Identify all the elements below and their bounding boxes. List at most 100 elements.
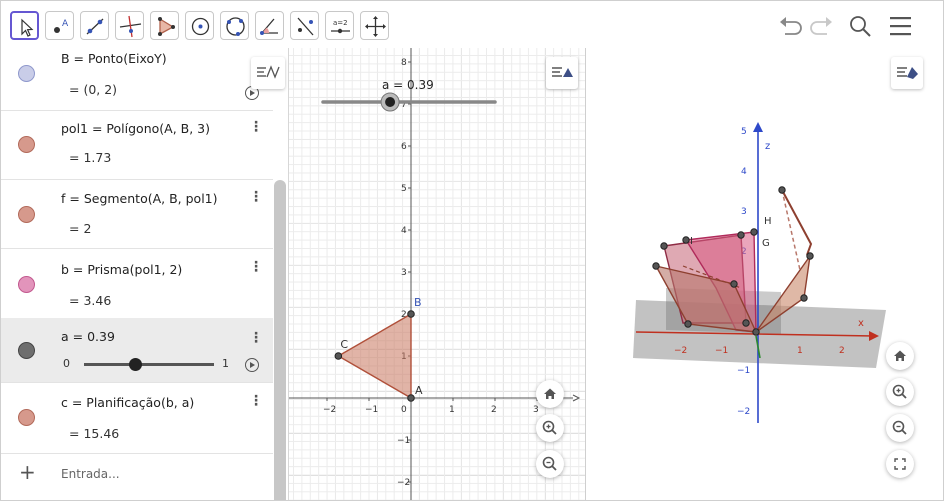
algebra-scrollbar[interactable] bbox=[274, 180, 286, 500]
definition-text[interactable]: B = Ponto(EixoY) bbox=[61, 51, 167, 66]
input-placeholder[interactable]: Entrada... bbox=[61, 467, 120, 481]
definition-text[interactable]: f = Segmento(A, B, pol1) bbox=[61, 191, 218, 206]
value-text: = 2 bbox=[69, 221, 92, 236]
zoom-out-button[interactable] bbox=[536, 450, 564, 478]
net-vertex bbox=[752, 328, 760, 336]
visibility-toggle[interactable] bbox=[18, 65, 35, 82]
visibility-toggle[interactable] bbox=[18, 409, 35, 426]
angle-tool-button[interactable] bbox=[255, 11, 284, 40]
move-graphics-view-tool-button[interactable] bbox=[360, 11, 389, 40]
menu-icon[interactable] bbox=[887, 14, 915, 38]
home-button[interactable] bbox=[536, 380, 564, 408]
x-axis-arrow bbox=[572, 394, 581, 402]
point-label: B bbox=[414, 296, 422, 309]
polygon-tool-button[interactable] bbox=[150, 11, 179, 40]
z-tick-label: 5 bbox=[741, 127, 747, 137]
graphics-3d-view[interactable]: xz−2−1125432−1−2HGI bbox=[586, 48, 943, 500]
algebra-row-polygon[interactable]: pol1 = Polígono(A, B, 3) = 1.73 ⋮ bbox=[1, 110, 273, 180]
slider-track[interactable] bbox=[84, 363, 214, 366]
stylebar-3d-icon bbox=[897, 67, 918, 79]
definition-text[interactable]: a = 0.39 bbox=[61, 329, 115, 344]
z-axis-label: z bbox=[765, 141, 770, 152]
algebra-view: B = Ponto(EixoY) = (0, 2) pol1 = Polígon… bbox=[1, 48, 289, 500]
perpendicular-line-icon bbox=[119, 15, 142, 38]
circle-three-points-tool-button[interactable] bbox=[220, 11, 249, 40]
redo-icon[interactable] bbox=[807, 14, 835, 38]
slider-caption: a = 0.39 bbox=[382, 78, 434, 92]
algebra-row-point-b[interactable]: B = Ponto(EixoY) = (0, 2) bbox=[1, 48, 273, 111]
geogebra-app: A a=2 B = Ponto(EixoY) = (0, 2) pol1 = P… bbox=[0, 0, 944, 501]
slider-icon: a=2 bbox=[331, 19, 350, 34]
x-tick-label: 1 bbox=[449, 405, 455, 415]
angle-icon bbox=[260, 18, 278, 35]
svg-text:A: A bbox=[62, 19, 69, 29]
net-vertex bbox=[806, 252, 814, 260]
visibility-toggle[interactable] bbox=[18, 276, 35, 293]
algebra-row-prism[interactable]: b = Prisma(pol1, 2) = 3.46 ⋮ bbox=[1, 248, 273, 319]
more-options-icon[interactable]: ⋮ bbox=[249, 189, 263, 205]
x-tick-label: −2 bbox=[323, 405, 336, 415]
more-options-icon[interactable]: ⋮ bbox=[249, 330, 263, 346]
net-vertex bbox=[800, 294, 808, 302]
x-tick-label: −1 bbox=[715, 346, 728, 356]
play-icon[interactable] bbox=[245, 358, 259, 372]
y-tick-label: −1 bbox=[397, 436, 410, 446]
net-vertex bbox=[778, 186, 786, 194]
home-icon bbox=[894, 350, 906, 361]
more-options-icon[interactable]: ⋮ bbox=[249, 393, 263, 409]
visibility-toggle[interactable] bbox=[18, 206, 35, 223]
point-tool-button[interactable]: A bbox=[45, 11, 74, 40]
x-tick-label: 2 bbox=[839, 346, 845, 356]
graphics-stylebar-toggle[interactable] bbox=[546, 57, 578, 89]
add-icon[interactable]: + bbox=[19, 460, 36, 484]
definition-text[interactable]: c = Planificação(b, a) bbox=[61, 395, 194, 410]
z-tick-label: −2 bbox=[737, 407, 750, 417]
more-options-icon[interactable]: ⋮ bbox=[249, 119, 263, 135]
algebra-row-segment[interactable]: f = Segmento(A, B, pol1) = 2 ⋮ bbox=[1, 179, 273, 249]
point-b bbox=[407, 310, 415, 318]
graphics-3d-stylebar-toggle[interactable] bbox=[891, 57, 923, 89]
algebra-row-net[interactable]: c = Planificação(b, a) = 15.46 ⋮ bbox=[1, 382, 273, 454]
slider-tool-button[interactable]: a=2 bbox=[325, 11, 354, 40]
graphics-view[interactable]: −2−1012387654321−1−2ABCa = 0.39 bbox=[289, 48, 585, 500]
zoom-in-3d-button[interactable] bbox=[886, 378, 914, 406]
triangle-polygon bbox=[336, 312, 412, 400]
input-bar[interactable]: + Entrada... bbox=[1, 453, 273, 500]
slider-max-label: 1 bbox=[222, 357, 229, 370]
net-vertex bbox=[730, 280, 738, 288]
slider-min-label: 0 bbox=[63, 357, 70, 370]
value-text: = 3.46 bbox=[69, 293, 112, 308]
algebra-stylebar-toggle[interactable] bbox=[251, 57, 285, 89]
circle-center-point-tool-button[interactable] bbox=[185, 11, 214, 40]
move-tool-button[interactable] bbox=[10, 11, 39, 40]
circle-three-points-icon bbox=[226, 17, 245, 36]
z-tick-label: −1 bbox=[737, 366, 750, 376]
net-edge-flap bbox=[781, 189, 813, 256]
definition-text[interactable]: pol1 = Polígono(A, B, 3) bbox=[61, 121, 210, 136]
y-tick-label: −2 bbox=[397, 478, 410, 488]
more-options-icon[interactable]: ⋮ bbox=[249, 259, 263, 275]
z-axis-arrow bbox=[753, 122, 763, 132]
home-icon bbox=[544, 388, 556, 399]
reflect-tool-button[interactable] bbox=[290, 11, 319, 40]
y-tick-label: 4 bbox=[401, 226, 407, 236]
z-tick-label: 3 bbox=[741, 207, 747, 217]
home-3d-button[interactable] bbox=[886, 342, 914, 370]
net-vertex bbox=[652, 262, 660, 270]
visibility-toggle[interactable] bbox=[18, 136, 35, 153]
net-vertex bbox=[660, 242, 668, 250]
algebra-row-slider-a[interactable]: a = 0.39 ⋮ 0 1 bbox=[1, 318, 273, 383]
segment-tool-button[interactable] bbox=[80, 11, 109, 40]
value-text: = 15.46 bbox=[69, 426, 120, 441]
zoom-in-button[interactable] bbox=[536, 414, 564, 442]
slider-knob[interactable] bbox=[128, 358, 142, 371]
search-icon[interactable] bbox=[847, 14, 875, 38]
undo-icon[interactable] bbox=[777, 14, 805, 38]
fullscreen-button[interactable] bbox=[886, 450, 914, 478]
y-tick-label: 3 bbox=[401, 268, 407, 278]
perpendicular-line-tool-button[interactable] bbox=[115, 11, 144, 40]
net-edge-hidden bbox=[781, 189, 801, 271]
definition-text[interactable]: b = Prisma(pol1, 2) bbox=[61, 262, 182, 277]
zoom-out-3d-button[interactable] bbox=[886, 414, 914, 442]
visibility-toggle[interactable] bbox=[18, 342, 35, 359]
